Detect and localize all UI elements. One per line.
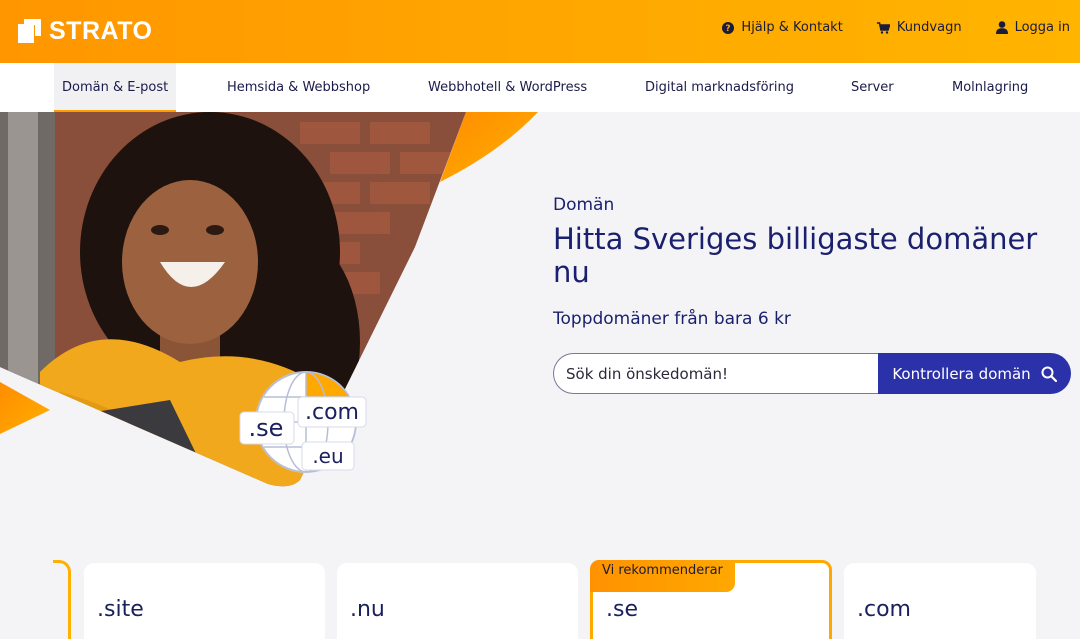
domain-card-tld: .com <box>857 597 911 622</box>
domain-card-tld: .site <box>97 597 144 622</box>
logo-text: STRATO <box>49 16 153 45</box>
globe-label-com: .com <box>305 400 359 425</box>
login-label: Logga in <box>1014 20 1070 35</box>
recommended-badge: Vi rekommenderar <box>590 560 735 592</box>
check-domain-button[interactable]: Kontrollera domän <box>878 353 1071 394</box>
search-icon <box>1041 366 1057 382</box>
domain-card-site[interactable]: .site <box>84 563 325 639</box>
help-contact-link[interactable]: ? Hjälp & Kontakt <box>722 20 843 35</box>
nav-item-website-webshop[interactable]: Hemsida & Webbshop <box>219 63 378 112</box>
top-bar: STRATO ? Hjälp & Kontakt Kundvagn Logga … <box>0 0 1080 63</box>
nav-item-webhosting-wordpress[interactable]: Webbhotell & WordPress <box>420 63 595 112</box>
hero-kicker: Domän <box>553 195 615 215</box>
login-link[interactable]: Logga in <box>995 20 1070 35</box>
cart-link[interactable]: Kundvagn <box>876 20 962 35</box>
nav-item-digital-marketing[interactable]: Digital marknadsföring <box>637 63 802 112</box>
svg-text:?: ? <box>726 24 731 34</box>
logo-mark-icon <box>18 19 41 43</box>
domain-card-com[interactable]: .com <box>844 563 1036 639</box>
orange-accent-shape-left <box>0 382 50 434</box>
domain-card-se[interactable]: Vi rekommenderar .se <box>590 560 832 639</box>
hero-image: .com .se .eu <box>0 112 540 492</box>
domain-card-tld: .nu <box>350 597 385 622</box>
user-icon <box>995 21 1008 34</box>
hero-text: Domän Hitta Sveriges billigaste domäner … <box>553 195 1073 329</box>
domain-card-nu[interactable]: .nu <box>337 563 578 639</box>
card-partial-edge <box>53 560 71 639</box>
cart-icon <box>876 21 890 34</box>
hero-subtitle: Toppdomäner från bara 6 kr <box>553 309 791 329</box>
main-nav: Domän & E-post Hemsida & Webbshop Webbho… <box>0 63 1080 112</box>
cart-label: Kundvagn <box>896 20 962 35</box>
hero-title: Hitta Sveriges billigaste domäner nu <box>553 222 1038 289</box>
help-contact-label: Hjälp & Kontakt <box>741 20 843 35</box>
domain-card-tld: .se <box>606 597 638 622</box>
globe-label-se: .se <box>249 414 284 442</box>
nav-item-cloud-storage[interactable]: Molnlagring <box>944 63 1036 112</box>
domain-search-input[interactable] <box>553 353 878 394</box>
domain-search: Kontrollera domän <box>553 353 1071 394</box>
help-icon: ? <box>722 21 735 34</box>
nav-item-domain-email[interactable]: Domän & E-post <box>54 63 177 112</box>
globe-label-eu: .eu <box>312 444 343 468</box>
nav-item-server[interactable]: Server <box>843 63 902 112</box>
check-domain-label: Kontrollera domän <box>892 364 1031 383</box>
strato-logo[interactable]: STRATO <box>18 16 153 45</box>
